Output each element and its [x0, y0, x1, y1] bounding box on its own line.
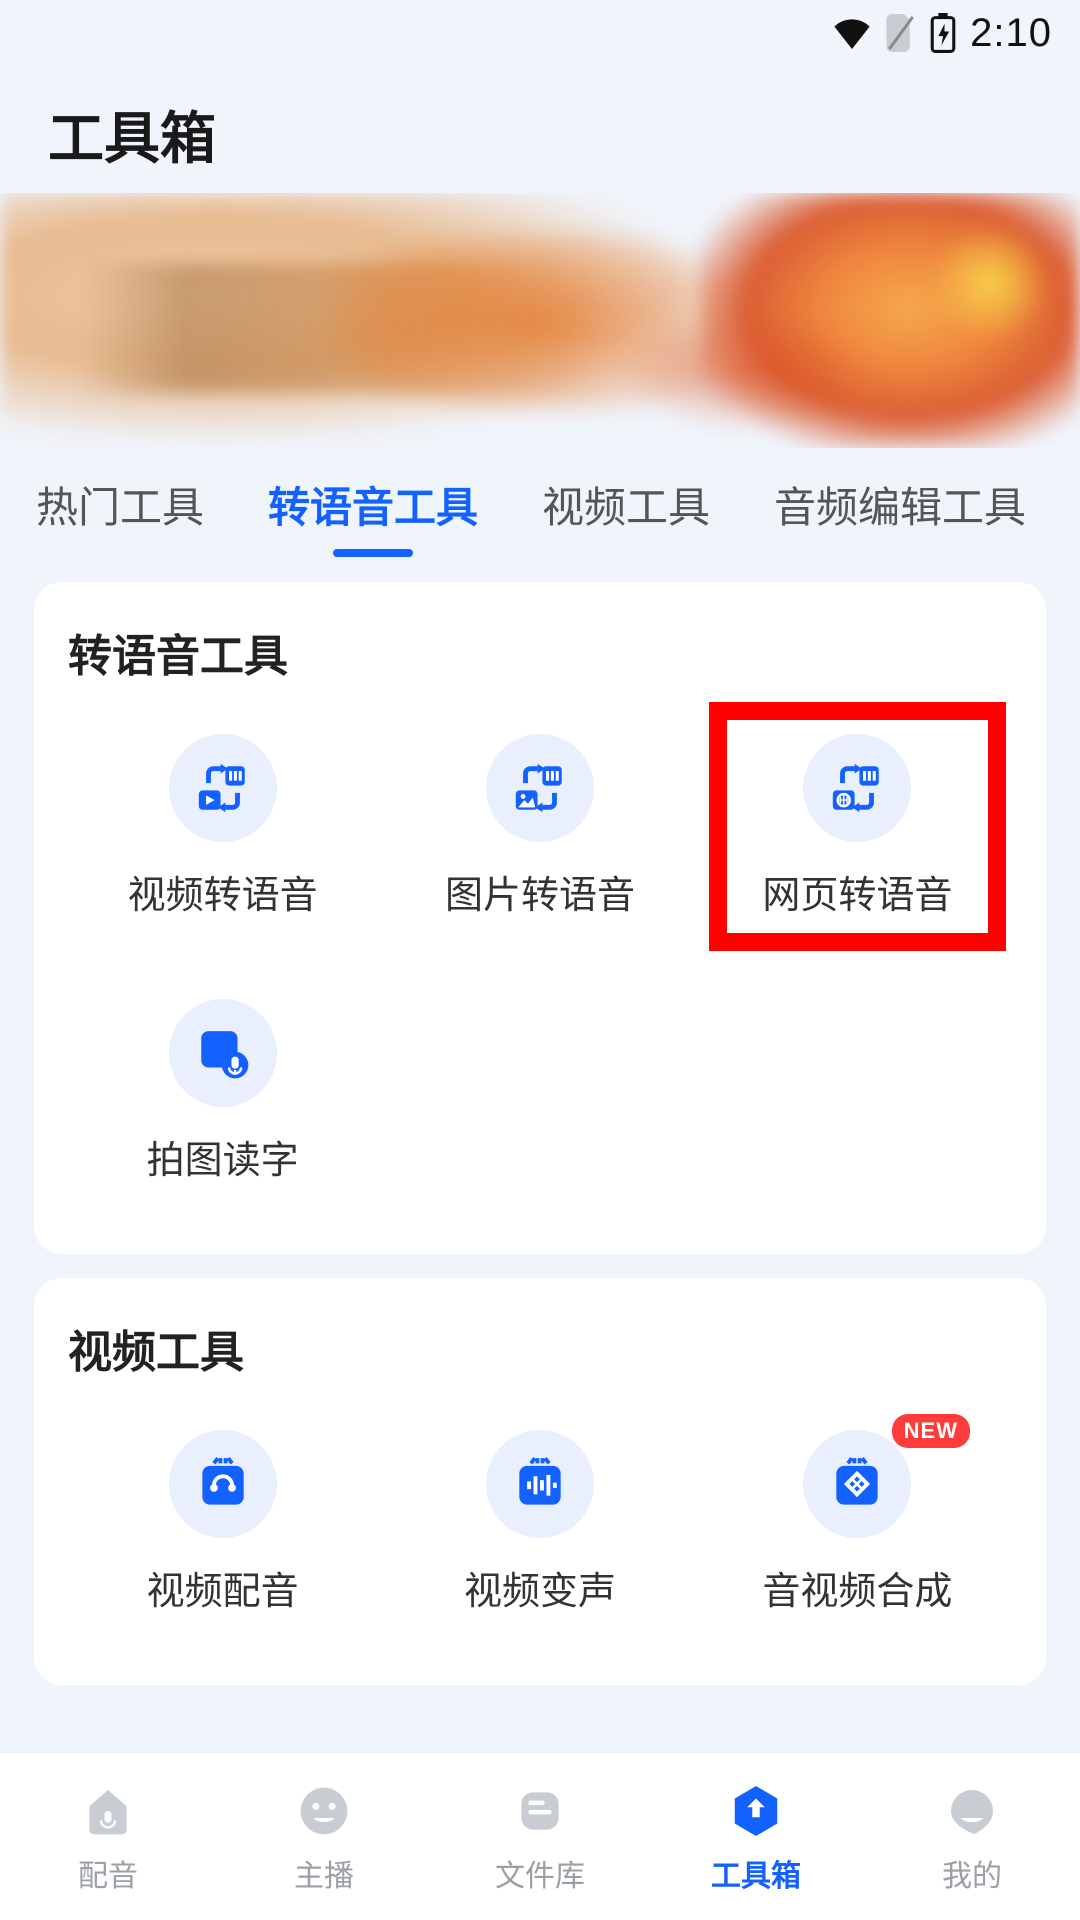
- image-to-speech-icon: [486, 734, 594, 842]
- tool-webpage-to-speech[interactable]: 网页转语音: [699, 712, 1016, 941]
- nav-label: 配音: [78, 1851, 138, 1895]
- nav-profile[interactable]: 我的: [864, 1753, 1080, 1920]
- tool-image-to-speech[interactable]: 图片转语音: [381, 712, 698, 941]
- section-tts-tools: 转语音工具 视频转语音 图片转语音 网页转语音: [34, 582, 1046, 1254]
- av-compose-icon: [803, 1430, 911, 1538]
- nav-files[interactable]: 文件库: [432, 1753, 648, 1920]
- sim-icon: [886, 14, 916, 52]
- tab-video-tools[interactable]: 视频工具: [534, 456, 718, 557]
- section-title: 视频工具: [64, 1316, 1016, 1380]
- content-scroll[interactable]: 转语音工具 视频转语音 图片转语音 网页转语音: [0, 582, 1080, 1685]
- wifi-icon: [832, 17, 872, 49]
- tool-photo-read-text[interactable]: 拍图读字: [64, 977, 381, 1206]
- face-icon: [292, 1779, 356, 1843]
- tab-popular-tools[interactable]: 热门工具: [28, 456, 212, 557]
- bottom-nav: 配音 主播 文件库 工具箱 我的: [0, 1752, 1080, 1920]
- battery-charging-icon: [930, 13, 956, 53]
- toolbox-icon: [724, 1779, 788, 1843]
- nav-toolbox[interactable]: 工具箱: [648, 1753, 864, 1920]
- category-tabs: 热门工具 转语音工具 视频工具 音频编辑工具: [0, 448, 1080, 558]
- page-header: 工具箱: [0, 66, 1080, 193]
- tab-tts-tools[interactable]: 转语音工具: [260, 456, 486, 557]
- files-icon: [508, 1779, 572, 1843]
- section-title: 转语音工具: [64, 620, 1016, 684]
- page-title: 工具箱: [48, 94, 1032, 175]
- nav-anchor[interactable]: 主播: [216, 1753, 432, 1920]
- nav-label: 文件库: [495, 1851, 585, 1895]
- tool-label: 视频转语音: [128, 864, 318, 919]
- tool-video-dubbing[interactable]: 视频配音: [64, 1408, 381, 1637]
- tool-label: 图片转语音: [445, 864, 635, 919]
- tool-label: 网页转语音: [762, 864, 952, 919]
- status-bar: 2:10: [0, 0, 1080, 66]
- nav-label: 主播: [294, 1851, 354, 1895]
- photo-read-text-icon: [169, 999, 277, 1107]
- nav-label: 工具箱: [711, 1851, 801, 1895]
- tool-video-voice-change[interactable]: 视频变声: [381, 1408, 698, 1637]
- video-dubbing-icon: [169, 1430, 277, 1538]
- tool-label: 视频配音: [147, 1560, 299, 1615]
- tool-label: 音视频合成: [762, 1560, 952, 1615]
- profile-icon: [940, 1779, 1004, 1843]
- clock-text: 2:10: [970, 11, 1052, 56]
- home-mic-icon: [76, 1779, 140, 1843]
- tool-label: 视频变声: [464, 1560, 616, 1615]
- tool-av-compose[interactable]: NEW 音视频合成: [699, 1408, 1016, 1637]
- nav-label: 我的: [942, 1851, 1002, 1895]
- video-voice-change-icon: [486, 1430, 594, 1538]
- tool-video-to-speech[interactable]: 视频转语音: [64, 712, 381, 941]
- webpage-to-speech-icon: [803, 734, 911, 842]
- video-to-speech-icon: [169, 734, 277, 842]
- tool-label: 拍图读字: [147, 1129, 299, 1184]
- promo-banner[interactable]: [0, 193, 1080, 448]
- section-video-tools: 视频工具 视频配音 视频变声 NEW 音视频合成: [34, 1278, 1046, 1685]
- new-badge: NEW: [892, 1414, 970, 1448]
- tab-audio-edit-tools[interactable]: 音频编辑工具: [766, 456, 1034, 557]
- nav-dubbing[interactable]: 配音: [0, 1753, 216, 1920]
